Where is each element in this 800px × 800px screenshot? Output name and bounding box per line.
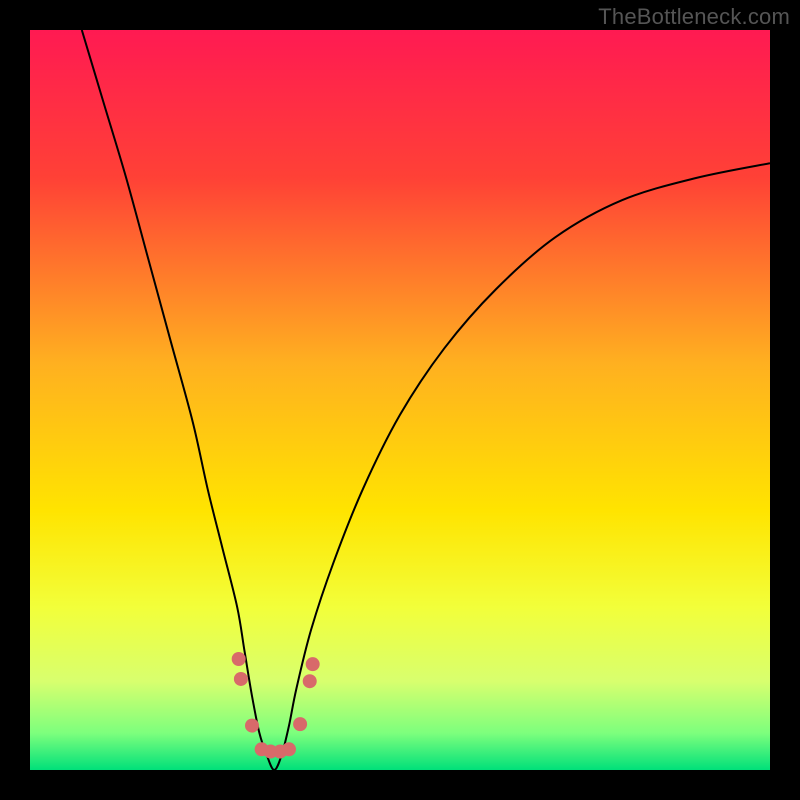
- watermark-text: TheBottleneck.com: [598, 4, 790, 30]
- plot-area: [30, 30, 770, 770]
- bottleneck-chart: [30, 30, 770, 770]
- marker-point: [293, 717, 307, 731]
- marker-point: [234, 672, 248, 686]
- marker-point: [245, 719, 259, 733]
- gradient-background: [30, 30, 770, 770]
- marker-point: [232, 652, 246, 666]
- marker-point: [306, 657, 320, 671]
- marker-point: [303, 674, 317, 688]
- chart-frame: TheBottleneck.com: [0, 0, 800, 800]
- marker-point: [282, 742, 296, 756]
